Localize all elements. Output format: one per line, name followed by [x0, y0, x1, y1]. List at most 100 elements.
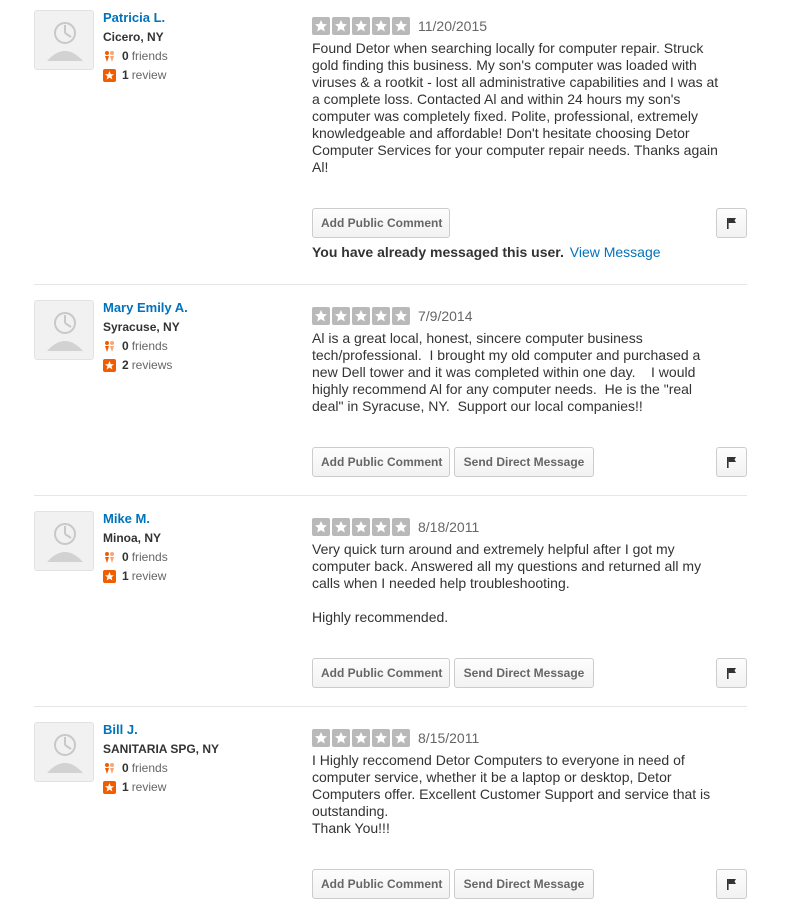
- user-name-link[interactable]: Patricia L.: [103, 10, 303, 26]
- flag-review-button[interactable]: [716, 208, 747, 238]
- review-text: I Highly reccomend Detor Computers to ev…: [312, 752, 711, 836]
- user-name-link[interactable]: Mary Emily A.: [103, 300, 303, 316]
- reviews-number: 2: [122, 358, 129, 372]
- review-content: 11/20/2015 Found Detor when searching lo…: [312, 10, 747, 176]
- star-icon: [332, 307, 350, 325]
- review-star-badge-icon: [103, 68, 116, 82]
- star-icon: [392, 518, 410, 536]
- star-icon: [392, 17, 410, 35]
- user-location: Syracuse, NY: [103, 320, 180, 334]
- reviews-label: review: [131, 569, 167, 583]
- star-rating: [312, 729, 412, 747]
- review-text: Al is a great local, honest, sincere com…: [312, 330, 705, 414]
- review-divider: [34, 284, 747, 285]
- flag-review-button[interactable]: [716, 869, 747, 899]
- star-rating: [312, 518, 412, 536]
- star-rating: [312, 17, 412, 35]
- friends-count: 0 friends: [103, 549, 303, 565]
- friends-number: 0: [122, 550, 129, 564]
- default-avatar-icon[interactable]: [34, 300, 94, 360]
- friends-number: 0: [122, 49, 129, 63]
- user-info: Mike M. Minoa, NY 0 friends 1 review: [103, 511, 303, 584]
- review-star-badge-icon: [103, 780, 116, 794]
- flag-icon: [726, 217, 736, 229]
- review-text: Very quick turn around and extremely hel…: [312, 541, 702, 625]
- user-name-link[interactable]: Bill J.: [103, 722, 303, 738]
- rating-row: 7/9/2014: [312, 307, 747, 325]
- star-icon: [312, 17, 330, 35]
- send-direct-message-button[interactable]: Send Direct Message: [454, 447, 594, 477]
- review-divider: [34, 706, 747, 707]
- star-icon: [392, 729, 410, 747]
- flag-icon: [726, 878, 736, 890]
- review-content: 7/9/2014 Al is a great local, honest, si…: [312, 300, 747, 415]
- star-icon: [332, 729, 350, 747]
- send-direct-message-button[interactable]: Send Direct Message: [454, 658, 594, 688]
- friends-label: friends: [131, 339, 168, 353]
- star-icon: [332, 518, 350, 536]
- reviews-label: review: [131, 68, 167, 82]
- add-public-comment-button[interactable]: Add Public Comment: [312, 208, 450, 238]
- flag-icon: [726, 456, 736, 468]
- friends-label: friends: [131, 550, 168, 564]
- already-messaged-notice: You have already messaged this user. Vie…: [312, 244, 661, 260]
- reviews-number: 1: [122, 780, 129, 794]
- rating-row: 11/20/2015: [312, 17, 747, 35]
- reviews-number: 1: [122, 68, 129, 82]
- user-info: Bill J. SANITARIA SPG, NY 0 friends 1 re…: [103, 722, 303, 795]
- star-icon: [372, 307, 390, 325]
- default-avatar-icon[interactable]: [34, 722, 94, 782]
- user-name-link[interactable]: Mike M.: [103, 511, 303, 527]
- add-public-comment-button[interactable]: Add Public Comment: [312, 658, 450, 688]
- star-icon: [392, 307, 410, 325]
- friends-icon: [105, 340, 114, 352]
- friends-icon: [105, 50, 114, 62]
- star-icon: [332, 17, 350, 35]
- reviews-count: 1 review: [103, 568, 303, 584]
- user-location: Cicero, NY: [103, 30, 164, 44]
- flag-icon: [726, 667, 736, 679]
- review-divider: [34, 495, 747, 496]
- add-public-comment-button[interactable]: Add Public Comment: [312, 447, 450, 477]
- friends-icon: [105, 551, 114, 563]
- rating-row: 8/18/2011: [312, 518, 747, 536]
- star-icon: [352, 307, 370, 325]
- reviews-count: 2 reviews: [103, 357, 303, 373]
- friends-count: 0 friends: [103, 760, 303, 776]
- star-icon: [372, 518, 390, 536]
- star-icon: [352, 17, 370, 35]
- already-messaged-text: You have already messaged this user.: [312, 244, 564, 260]
- default-avatar-icon[interactable]: [34, 10, 94, 70]
- review-actions: Add Public Comment Send Direct Message: [312, 447, 747, 479]
- send-direct-message-button[interactable]: Send Direct Message: [454, 869, 594, 899]
- friends-count: 0 friends: [103, 338, 303, 354]
- star-icon: [312, 307, 330, 325]
- review-star-badge-icon: [103, 569, 116, 583]
- user-info: Mary Emily A. Syracuse, NY 0 friends 2 r…: [103, 300, 303, 373]
- add-public-comment-button[interactable]: Add Public Comment: [312, 869, 450, 899]
- flag-review-button[interactable]: [716, 658, 747, 688]
- reviews-number: 1: [122, 569, 129, 583]
- review-date: 8/18/2011: [418, 519, 480, 535]
- star-icon: [352, 729, 370, 747]
- review-content: 8/18/2011 Very quick turn around and ext…: [312, 511, 747, 626]
- star-icon: [352, 518, 370, 536]
- review-actions: Add Public Comment Send Direct Message: [312, 869, 747, 901]
- friends-number: 0: [122, 761, 129, 775]
- reviews-label: reviews: [131, 358, 173, 372]
- default-avatar-icon[interactable]: [34, 511, 94, 571]
- star-rating: [312, 307, 412, 325]
- friends-number: 0: [122, 339, 129, 353]
- star-icon: [372, 17, 390, 35]
- friends-count: 0 friends: [103, 48, 303, 64]
- view-message-link[interactable]: View Message: [570, 244, 661, 260]
- review-date: 7/9/2014: [418, 308, 473, 324]
- friends-label: friends: [131, 761, 168, 775]
- flag-review-button[interactable]: [716, 447, 747, 477]
- star-icon: [372, 729, 390, 747]
- review-date: 11/20/2015: [418, 18, 488, 34]
- user-info: Patricia L. Cicero, NY 0 friends 1 revie…: [103, 10, 303, 83]
- star-icon: [312, 729, 330, 747]
- user-location: SANITARIA SPG, NY: [103, 742, 220, 756]
- friends-label: friends: [131, 49, 168, 63]
